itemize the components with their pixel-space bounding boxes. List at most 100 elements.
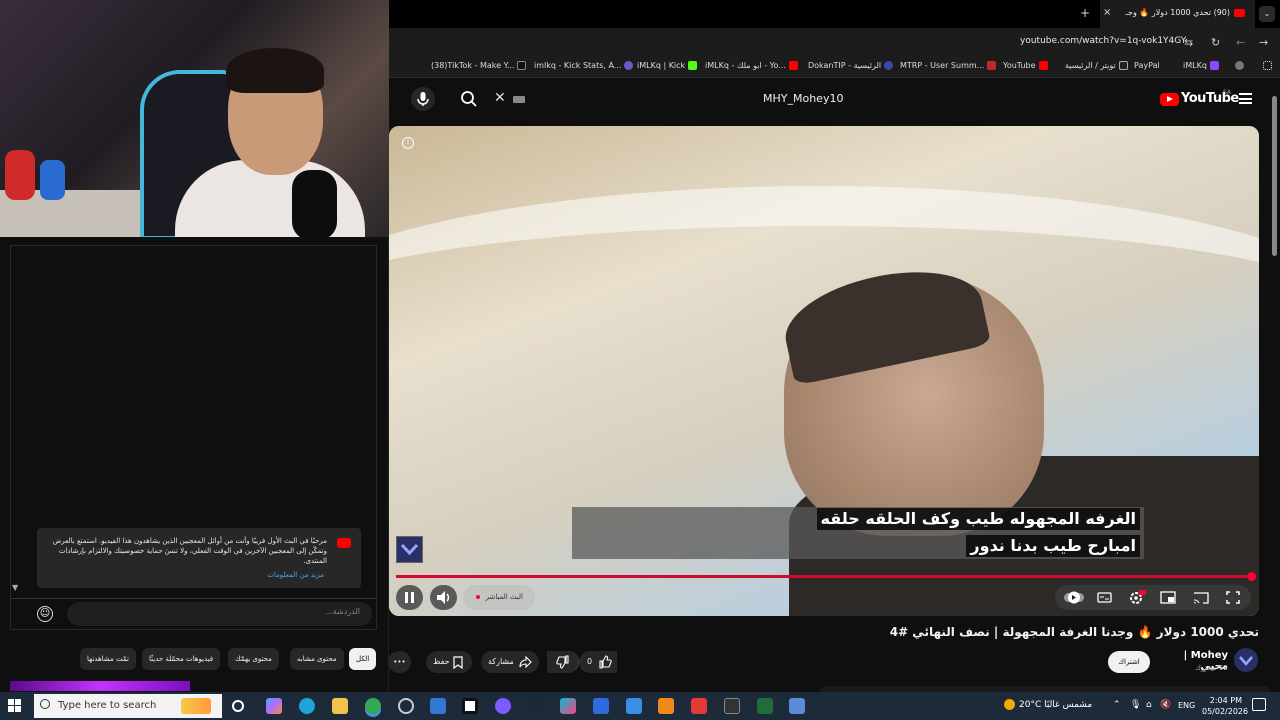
microphone-tray-icon[interactable]: 🎙 xyxy=(1130,700,1141,710)
weather-widget[interactable]: 20°C مشمس غالبًا xyxy=(1004,699,1092,710)
close-tab-icon[interactable]: × xyxy=(1103,7,1111,18)
url-field[interactable]: youtube.com/watch?v=1q-vok1Y4GY xyxy=(1020,36,1186,46)
apps-grid-icon[interactable] xyxy=(1260,61,1275,70)
live-badge[interactable]: البث المباشر xyxy=(463,585,535,610)
back-arrow-icon[interactable]: → xyxy=(1259,36,1268,49)
volume-muted-icon[interactable]: 🔇 xyxy=(1160,700,1171,710)
tray-chevron-icon[interactable]: ⌃ xyxy=(1113,700,1121,710)
app-blue-icon[interactable] xyxy=(626,698,642,714)
share-label: مشاركة xyxy=(488,657,514,666)
voice-search-button[interactable] xyxy=(411,87,435,111)
video-title: تحدي 1000 دولار 🔥 وجدنا الغرفة المجهولة … xyxy=(889,625,1259,639)
chrome-icon[interactable] xyxy=(365,698,381,714)
file-explorer-icon[interactable] xyxy=(332,698,348,714)
bookmark-dokantip[interactable]: DokanTIP - الرئيسية xyxy=(808,61,896,70)
volume-icon xyxy=(437,591,450,604)
search-button[interactable] xyxy=(455,87,483,111)
bookmark-paypal[interactable]: PayPal xyxy=(1134,61,1160,70)
reload-icon[interactable]: ↻ xyxy=(1211,36,1220,49)
app-red-icon[interactable] xyxy=(691,698,707,714)
store-icon[interactable] xyxy=(462,698,478,714)
bookmark-twitter[interactable]: تويتر / الرئيسية xyxy=(1065,61,1131,70)
channel-avatar[interactable] xyxy=(1234,648,1258,672)
input-language[interactable]: ENG xyxy=(1178,701,1195,710)
discord-icon[interactable] xyxy=(495,698,511,714)
windows-start-icon[interactable] xyxy=(8,699,22,713)
steam-icon[interactable] xyxy=(528,698,544,714)
subscribe-button[interactable]: اشتراك xyxy=(1108,651,1150,673)
bookmark-mtrp[interactable]: MTRP - User Summ... xyxy=(900,61,999,70)
new-tab-button[interactable]: + xyxy=(1080,6,1090,20)
app-bm-icon[interactable] xyxy=(724,698,740,714)
subtitle-line-2: امبارح طيب بدنا ندور xyxy=(966,535,1140,557)
like-button[interactable]: 0 xyxy=(579,651,617,673)
notification-center-icon[interactable] xyxy=(1252,698,1266,711)
search-icon xyxy=(40,699,50,709)
miniplayer-icon[interactable] xyxy=(1160,590,1176,605)
bookmark-kick-stats[interactable]: imlkq - Kick Stats, A... xyxy=(534,61,636,70)
progress-bar[interactable] xyxy=(396,575,1252,578)
chat-input-bar: ☺ الدردشة... xyxy=(10,598,377,630)
dislike-button[interactable] xyxy=(547,651,579,673)
more-actions-button[interactable]: ••• xyxy=(388,651,411,673)
system-clock[interactable]: 2:04 PM 05/02/2026 xyxy=(1202,695,1248,717)
app-window-icon[interactable] xyxy=(593,698,609,714)
pause-button[interactable] xyxy=(396,585,423,610)
search-highlights-icon[interactable] xyxy=(181,698,211,714)
more-info-link[interactable]: مزيد من المعلومات xyxy=(267,570,324,580)
emoji-icon[interactable]: ☺ xyxy=(37,606,53,622)
chat-input[interactable]: الدردشة... xyxy=(67,602,372,626)
volume-button[interactable] xyxy=(430,585,457,610)
fullscreen-icon[interactable] xyxy=(1225,590,1241,605)
save-button[interactable]: حفظ xyxy=(426,651,472,673)
search-icon xyxy=(461,91,477,107)
app-orange-icon[interactable] xyxy=(658,698,674,714)
settings-icon[interactable] xyxy=(1128,588,1146,606)
copilot-icon[interactable] xyxy=(266,698,282,714)
network-icon[interactable]: ⌂ xyxy=(1146,700,1152,710)
chip-all[interactable]: الكل xyxy=(349,648,377,670)
menu-icon[interactable] xyxy=(1239,93,1252,104)
obs-icon[interactable] xyxy=(398,698,414,714)
captions-icon[interactable] xyxy=(1097,590,1112,605)
subtitle-line-1: الغرفه المجهوله طيب وكف الحلقه حلقه xyxy=(816,508,1140,530)
youtube-logo-icon[interactable] xyxy=(1160,93,1179,106)
pause-icon xyxy=(405,592,414,603)
mail-icon[interactable] xyxy=(430,698,446,714)
chip-watched[interactable]: تمّت مشاهدتها xyxy=(80,648,136,670)
calculator-icon[interactable] xyxy=(789,698,805,714)
progress-scrubber[interactable] xyxy=(1247,572,1256,581)
edge-icon[interactable] xyxy=(299,698,315,714)
keyboard-icon[interactable] xyxy=(513,96,525,103)
bookmark-kick[interactable]: iMLKq | Kick xyxy=(637,61,700,70)
bookmark-twitch[interactable]: iMLKq xyxy=(1183,61,1222,70)
chip-similar[interactable]: محتوى مشابه xyxy=(290,648,344,670)
autoplay-toggle-icon[interactable] xyxy=(1063,590,1085,605)
share-button[interactable]: مشاركة xyxy=(481,651,539,673)
weather-sun-icon xyxy=(1004,699,1015,710)
bookmark-youtube[interactable]: YouTube xyxy=(1003,61,1051,70)
forward-arrow-icon[interactable]: ← xyxy=(1236,36,1245,49)
taskbar-search-placeholder: Type here to search xyxy=(58,700,157,711)
app-m365-icon[interactable] xyxy=(560,698,576,714)
channel-watermark[interactable] xyxy=(396,536,423,563)
info-icon[interactable]: i xyxy=(402,137,414,149)
page-scrollbar[interactable] xyxy=(1272,96,1277,256)
like-count: 0 xyxy=(587,657,593,666)
tab-youtube-video[interactable]: (90) تحدي 1000 دولار 🔥 وجـ xyxy=(1100,0,1255,28)
youtube-icon xyxy=(337,538,351,548)
chip-recently-uploaded[interactable]: فيديوهات محمّلة حديثًا xyxy=(142,648,221,670)
cortana-icon[interactable] xyxy=(232,700,244,712)
chip-for-you[interactable]: محتوى يهمّك xyxy=(228,648,279,670)
bookmark-tiktok[interactable]: (38)TikTok - Make Y... xyxy=(431,61,529,70)
video-thumbnail[interactable] xyxy=(10,681,190,691)
excel-icon[interactable] xyxy=(757,698,773,714)
chevron-down-icon[interactable]: ▼ xyxy=(12,583,18,592)
chat-notice-text: مرحبًا في البث الأول فريبًا وأنت من أوائ… xyxy=(52,537,327,565)
globe-icon[interactable] xyxy=(1232,61,1247,70)
tab-menu-chevron-icon[interactable]: ⌄ xyxy=(1259,6,1275,22)
cast-icon[interactable] xyxy=(1193,590,1209,605)
bookmark-youtube-channel[interactable]: iMLKq - ابو ملك - Yo... xyxy=(705,61,801,70)
clear-search-icon[interactable]: ✕ xyxy=(494,90,506,106)
search-input[interactable]: MHY_Mohey10 xyxy=(763,92,843,105)
